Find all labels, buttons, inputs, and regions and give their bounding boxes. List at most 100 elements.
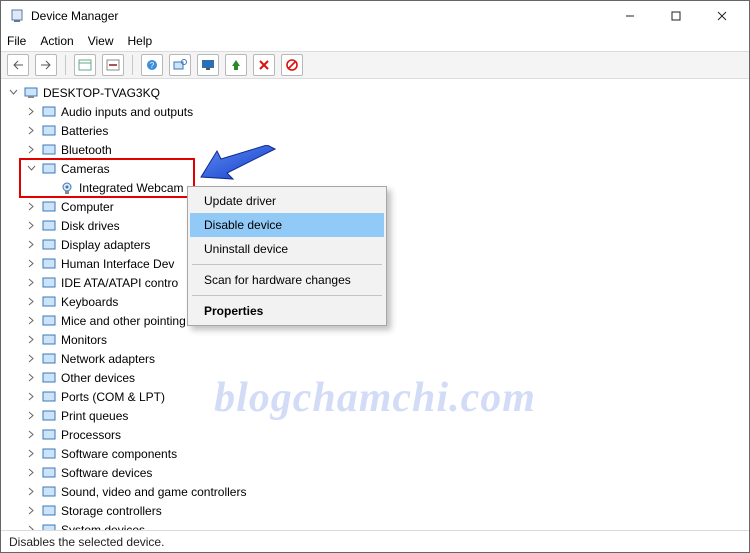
expand-icon[interactable] bbox=[25, 486, 37, 498]
tree-item-label: Integrated Webcam bbox=[79, 181, 184, 195]
update-driver-button[interactable] bbox=[225, 54, 247, 76]
device-category-icon bbox=[41, 256, 57, 272]
expand-icon[interactable] bbox=[25, 296, 37, 308]
device-category-icon bbox=[41, 294, 57, 310]
computer-icon bbox=[23, 85, 39, 101]
cm-update-driver[interactable]: Update driver bbox=[190, 189, 384, 213]
tree-item-label: Software components bbox=[61, 447, 177, 461]
tree-item-label: Keyboards bbox=[61, 295, 118, 309]
expand-icon[interactable] bbox=[25, 277, 37, 289]
tree-item[interactable]: Audio inputs and outputs bbox=[5, 102, 749, 121]
cm-disable-device[interactable]: Disable device bbox=[190, 213, 384, 237]
expand-icon[interactable] bbox=[25, 429, 37, 441]
tree-item[interactable]: Network adapters bbox=[5, 349, 749, 368]
expand-icon[interactable] bbox=[25, 372, 37, 384]
disable-button[interactable] bbox=[281, 54, 303, 76]
tree-item-label: Other devices bbox=[61, 371, 135, 385]
tree-item[interactable]: Storage controllers bbox=[5, 501, 749, 520]
tree-item-label: Cameras bbox=[61, 162, 110, 176]
device-category-icon bbox=[41, 389, 57, 405]
maximize-button[interactable] bbox=[653, 2, 699, 30]
tree-item-label: Bluetooth bbox=[61, 143, 112, 157]
tree-item-label: Batteries bbox=[61, 124, 108, 138]
tree-item[interactable]: Print queues bbox=[5, 406, 749, 425]
tree-item-label: Human Interface Dev bbox=[61, 257, 174, 271]
tree-item-label: Monitors bbox=[61, 333, 107, 347]
tree-item-label: Sound, video and game controllers bbox=[61, 485, 246, 499]
collapse-icon[interactable] bbox=[7, 87, 19, 99]
tree-item[interactable]: Software components bbox=[5, 444, 749, 463]
help-button[interactable]: ? bbox=[141, 54, 163, 76]
tree-item[interactable]: Processors bbox=[5, 425, 749, 444]
tree-item-label: Print queues bbox=[61, 409, 128, 423]
expand-icon[interactable] bbox=[25, 524, 37, 531]
expand-icon[interactable] bbox=[25, 239, 37, 251]
tree-item-label: Mice and other pointing bbox=[61, 314, 186, 328]
tree-item[interactable]: Other devices bbox=[5, 368, 749, 387]
tree-item-label: Disk drives bbox=[61, 219, 120, 233]
device-manager-window: Device Manager File Action View Help ? bbox=[0, 0, 750, 553]
tree-item-label: Network adapters bbox=[61, 352, 155, 366]
close-button[interactable] bbox=[699, 2, 745, 30]
tree-item[interactable]: Bluetooth bbox=[5, 140, 749, 159]
minimize-button[interactable] bbox=[607, 2, 653, 30]
device-category-icon bbox=[41, 370, 57, 386]
back-button[interactable] bbox=[7, 54, 29, 76]
expand-icon[interactable] bbox=[25, 448, 37, 460]
tree-item-label: Processors bbox=[61, 428, 121, 442]
tree-item[interactable]: Software devices bbox=[5, 463, 749, 482]
uninstall-button[interactable] bbox=[253, 54, 275, 76]
properties-button[interactable] bbox=[102, 54, 124, 76]
device-category-icon bbox=[41, 503, 57, 519]
device-category-icon bbox=[41, 427, 57, 443]
cm-scan-hardware[interactable]: Scan for hardware changes bbox=[190, 268, 384, 292]
expand-icon[interactable] bbox=[25, 334, 37, 346]
menu-file[interactable]: File bbox=[7, 34, 26, 48]
device-category-icon bbox=[41, 465, 57, 481]
expand-icon[interactable] bbox=[25, 410, 37, 422]
device-category-icon bbox=[41, 313, 57, 329]
menu-action[interactable]: Action bbox=[40, 34, 73, 48]
svg-text:?: ? bbox=[150, 61, 155, 70]
tree-root[interactable]: DESKTOP-TVAG3KQ bbox=[5, 83, 749, 102]
expand-icon[interactable] bbox=[25, 505, 37, 517]
menu-view[interactable]: View bbox=[88, 34, 114, 48]
expand-icon[interactable] bbox=[25, 315, 37, 327]
tree-item[interactable]: Batteries bbox=[5, 121, 749, 140]
statusbar: Disables the selected device. bbox=[1, 530, 749, 552]
collapse-icon[interactable] bbox=[25, 163, 37, 175]
device-category-icon bbox=[41, 351, 57, 367]
scan-hardware-button[interactable] bbox=[169, 54, 191, 76]
tree-item[interactable]: Ports (COM & LPT) bbox=[5, 387, 749, 406]
menu-help[interactable]: Help bbox=[128, 34, 153, 48]
expand-icon[interactable] bbox=[25, 467, 37, 479]
tree-item-label: Software devices bbox=[61, 466, 152, 480]
tree-item[interactable]: Monitors bbox=[5, 330, 749, 349]
device-category-icon bbox=[41, 332, 57, 348]
app-icon bbox=[9, 8, 25, 24]
expand-icon[interactable] bbox=[25, 144, 37, 156]
device-category-icon bbox=[41, 218, 57, 234]
expand-icon[interactable] bbox=[25, 353, 37, 365]
device-category-icon bbox=[41, 199, 57, 215]
window-title: Device Manager bbox=[31, 9, 607, 23]
tree-item[interactable]: System devices bbox=[5, 520, 749, 530]
expand-icon[interactable] bbox=[25, 106, 37, 118]
expand-icon[interactable] bbox=[25, 220, 37, 232]
expand-icon[interactable] bbox=[25, 258, 37, 270]
tree-item[interactable]: Sound, video and game controllers bbox=[5, 482, 749, 501]
show-hidden-button[interactable] bbox=[74, 54, 96, 76]
expand-icon[interactable] bbox=[25, 391, 37, 403]
cm-separator bbox=[192, 295, 382, 296]
expand-icon[interactable] bbox=[25, 201, 37, 213]
device-tree[interactable]: DESKTOP-TVAG3KQ Audio inputs and outputs… bbox=[1, 79, 749, 530]
device-category-icon bbox=[41, 408, 57, 424]
forward-button[interactable] bbox=[35, 54, 57, 76]
tree-item-label: Audio inputs and outputs bbox=[61, 105, 193, 119]
expand-icon[interactable] bbox=[25, 125, 37, 137]
cm-properties[interactable]: Properties bbox=[190, 299, 384, 323]
context-menu: Update driver Disable device Uninstall d… bbox=[187, 186, 387, 326]
cm-uninstall-device[interactable]: Uninstall device bbox=[190, 237, 384, 261]
tree-item[interactable]: Cameras bbox=[5, 159, 749, 178]
monitor-button[interactable] bbox=[197, 54, 219, 76]
